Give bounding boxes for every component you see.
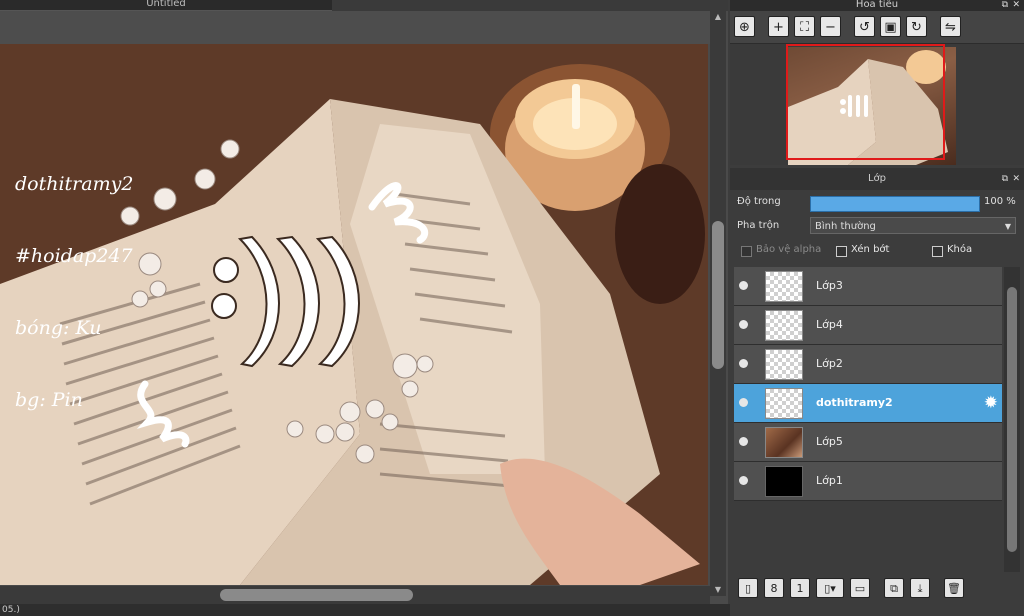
layer-scrollbar[interactable] xyxy=(1004,267,1020,572)
scroll-down-icon[interactable]: ▼ xyxy=(710,584,726,596)
zoom-in-icon[interactable]: + xyxy=(768,16,789,37)
layer-name: dothitramy2 xyxy=(816,396,893,409)
visibility-eye-icon[interactable] xyxy=(739,320,748,329)
caption-line-4: bg: Pin xyxy=(15,389,83,411)
layer-name: Lớp3 xyxy=(816,279,843,292)
visibility-eye-icon[interactable] xyxy=(739,476,748,485)
navigator-view-frame[interactable] xyxy=(786,44,945,160)
fit-screen-icon[interactable]: ⛶ xyxy=(794,16,815,37)
fit-icon[interactable]: ▣ xyxy=(880,16,901,37)
horizontal-scroll-thumb[interactable] xyxy=(220,589,413,601)
flip-horizontal-icon[interactable]: ⇋ xyxy=(940,16,961,37)
new-layer-8bit-icon[interactable]: 8 xyxy=(764,578,784,598)
navigator-title-bar: Hoa tiêu ⧉ ✕ xyxy=(730,0,1024,11)
layer-row[interactable]: Lớp5 xyxy=(734,423,1002,462)
navigator-preview-area[interactable] xyxy=(730,44,1024,165)
horizontal-scrollbar[interactable] xyxy=(0,586,710,604)
vertical-scroll-thumb[interactable] xyxy=(712,221,724,369)
close-icon[interactable]: ✕ xyxy=(1012,168,1020,190)
layer-row-selected[interactable]: dothitramy2 ✹ xyxy=(734,384,1002,423)
rotate-right-icon[interactable]: ↻ xyxy=(906,16,927,37)
layer-thumbnail xyxy=(765,388,803,419)
layer-toolbar: ▯ 8 1 ▯▾ ▭ ⧉ ⤓ 🗑 xyxy=(730,578,1024,604)
clipping-label: Xén bớt xyxy=(851,244,890,255)
artwork-caption: dothitramy2 #hoidap247 bóng: Ku bg: Pin xyxy=(15,124,133,460)
protect-alpha-checkbox[interactable] xyxy=(741,246,752,257)
visibility-eye-icon[interactable] xyxy=(739,398,748,407)
layer-thumbnail xyxy=(765,466,803,497)
visibility-eye-icon[interactable] xyxy=(739,281,748,290)
layer-thumbnail xyxy=(765,310,803,341)
caption-line-1: dothitramy2 xyxy=(15,173,134,195)
canvas-margin xyxy=(0,11,710,44)
layer-title-bar: Lớp ⧉ ✕ xyxy=(730,168,1024,190)
blend-mode-value: Bình thường xyxy=(815,221,876,232)
visibility-eye-icon[interactable] xyxy=(739,437,748,446)
document-tab[interactable]: Untitled xyxy=(0,0,332,11)
blend-label: Pha trộn xyxy=(737,220,780,231)
artwork-canvas[interactable]: dothitramy2 #hoidap247 bóng: Ku bg: Pin xyxy=(0,44,708,585)
caption-line-2: #hoidap247 xyxy=(15,245,133,267)
protect-alpha-label: Bảo vệ alpha xyxy=(756,244,822,255)
layer-name: Lớp5 xyxy=(816,435,843,448)
layer-row[interactable]: Lớp1 xyxy=(734,462,1002,501)
delete-layer-icon[interactable]: 🗑 xyxy=(944,578,964,598)
clipping-checkbox[interactable] xyxy=(836,246,847,257)
navigator-title: Hoa tiêu xyxy=(855,0,899,10)
layer-name: Lớp2 xyxy=(816,357,843,370)
zoom-out-icon[interactable]: − xyxy=(820,16,841,37)
layer-thumbnail xyxy=(765,349,803,380)
close-icon[interactable]: ✕ xyxy=(1012,0,1020,10)
gear-icon[interactable]: ✹ xyxy=(984,393,998,413)
lock-checkbox[interactable] xyxy=(932,246,943,257)
rotate-left-icon[interactable]: ↺ xyxy=(854,16,875,37)
merge-down-icon[interactable]: ⤓ xyxy=(910,578,930,598)
layer-row[interactable]: Lớp4 xyxy=(734,306,1002,345)
new-folder-icon[interactable]: ▭ xyxy=(850,578,870,598)
opacity-value: 100 % xyxy=(984,196,1016,207)
new-layer-1bit-icon[interactable]: 1 xyxy=(790,578,810,598)
visibility-eye-icon[interactable] xyxy=(739,359,748,368)
blend-mode-select[interactable]: Bình thường ▼ xyxy=(810,217,1016,234)
blend-row: Pha trộn Bình thường ▼ xyxy=(730,214,1024,238)
lock-label: Khóa xyxy=(947,244,973,255)
opacity-label: Độ trong xyxy=(737,196,781,207)
layer-row[interactable]: Lớp2 xyxy=(734,345,1002,384)
layer-name: Lớp4 xyxy=(816,318,843,331)
duplicate-layer-icon[interactable]: ⧉ xyxy=(884,578,904,598)
layer-panel-title: Lớp xyxy=(867,173,887,184)
opacity-row: Độ trong 100 % xyxy=(730,190,1024,214)
caption-line-3: bóng: Ku xyxy=(15,317,102,339)
layer-options-row: Bảo vệ alpha Xén bớt Khóa xyxy=(730,238,1024,262)
scroll-up-icon[interactable]: ▲ xyxy=(710,11,726,23)
navigator-toolbar: ⊕ + ⛶ − ↺ ▣ ↻ ⇋ xyxy=(730,11,1024,44)
layer-row[interactable]: Lớp3 xyxy=(734,267,1002,306)
new-layer-icon[interactable]: ▯ xyxy=(738,578,758,598)
layer-list: Lớp3 Lớp4 Lớp2 dothitramy2 ✹ Lớp5 Lớp1 xyxy=(734,267,1002,567)
layer-panel: Lớp ⧉ ✕ Độ trong 100 % Pha trộn Bình thư… xyxy=(730,168,1024,616)
opacity-slider[interactable] xyxy=(810,196,980,212)
chevron-down-icon: ▼ xyxy=(1004,222,1011,231)
layer-thumbnail xyxy=(765,271,803,302)
layer-scroll-thumb[interactable] xyxy=(1007,287,1017,552)
canvas-titlebar: Untitled xyxy=(0,0,728,11)
undock-icon[interactable]: ⧉ xyxy=(1002,168,1008,190)
canvas-window: Untitled dothitramy2 #hoidap247 bóng: Ku… xyxy=(0,0,728,616)
zoom-actual-icon[interactable]: ⊕ xyxy=(734,16,755,37)
undock-icon[interactable]: ⧉ xyxy=(1002,0,1008,10)
layer-thumbnail xyxy=(765,427,803,458)
layer-name: Lớp1 xyxy=(816,474,843,487)
add-layer-menu-icon[interactable]: ▯▾ xyxy=(816,578,844,598)
navigator-panel: Hoa tiêu ⧉ ✕ ⊕ + ⛶ − ↺ ▣ ↻ ⇋ xyxy=(730,0,1024,165)
vertical-scrollbar[interactable]: ▲ ▼ xyxy=(710,11,726,596)
